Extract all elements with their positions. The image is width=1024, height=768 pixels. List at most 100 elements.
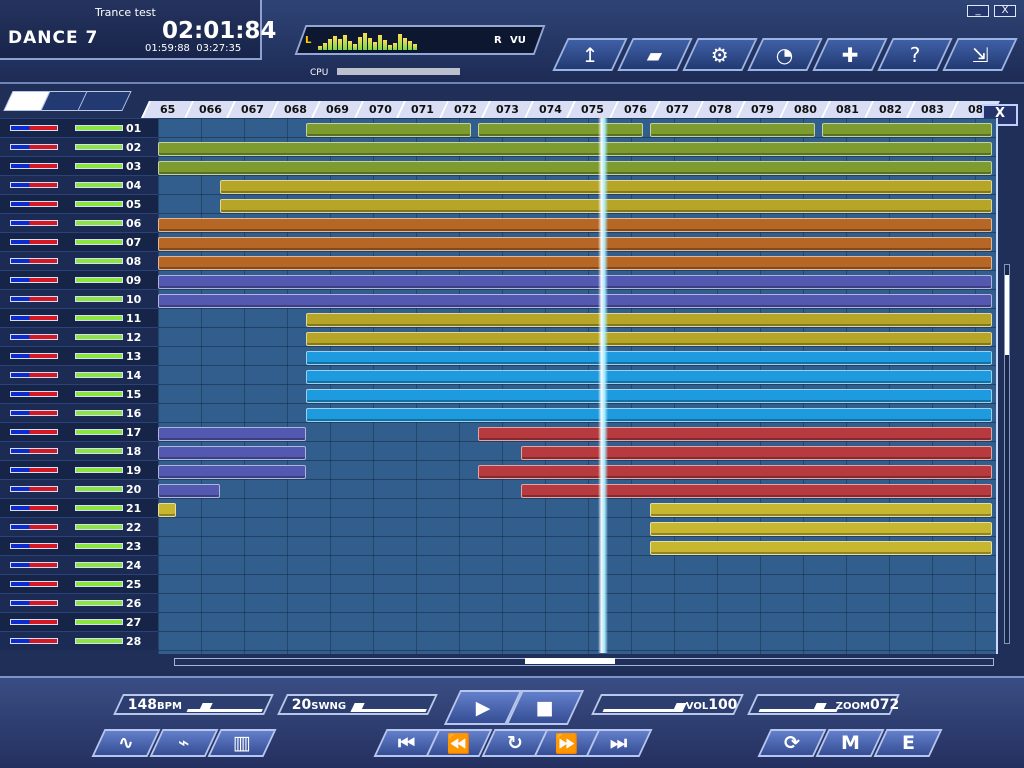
pan-slider[interactable] — [10, 638, 58, 644]
pan-slider[interactable] — [10, 353, 58, 359]
minimize-window-icon[interactable]: ⇲ — [942, 38, 1018, 71]
pan-slider[interactable] — [10, 581, 58, 587]
track-row[interactable]: 18 — [0, 441, 158, 460]
horizontal-scrollbar[interactable] — [174, 658, 994, 666]
pattern-clip[interactable] — [650, 123, 815, 137]
pattern-clip[interactable] — [650, 503, 992, 517]
pattern-clip[interactable] — [306, 408, 992, 422]
pattern-clip[interactable] — [306, 123, 471, 137]
vertical-scroll-thumb[interactable] — [1005, 275, 1009, 355]
pattern-clip[interactable] — [158, 142, 992, 156]
volume-slider[interactable] — [75, 144, 123, 150]
track-row[interactable]: 21 — [0, 498, 158, 517]
vertical-scrollbar[interactable] — [1004, 264, 1010, 644]
track-row[interactable]: 04 — [0, 175, 158, 194]
volume-slider[interactable] — [75, 638, 123, 644]
pan-slider[interactable] — [10, 315, 58, 321]
volume-slider[interactable] — [75, 524, 123, 530]
pan-slider[interactable] — [10, 467, 58, 473]
volume-slider[interactable] — [75, 467, 123, 473]
pan-slider[interactable] — [10, 239, 58, 245]
pan-slider[interactable] — [10, 144, 58, 150]
volume-slider-thumb[interactable] — [672, 703, 687, 712]
close-button[interactable]: X — [994, 5, 1016, 17]
pattern-clip[interactable] — [306, 370, 992, 384]
track-row[interactable]: 19 — [0, 460, 158, 479]
pan-slider[interactable] — [10, 429, 58, 435]
pattern-clip[interactable] — [158, 503, 176, 517]
volume-slider[interactable] — [75, 277, 123, 283]
minimize-button[interactable]: _ — [967, 5, 989, 17]
pan-slider[interactable] — [10, 543, 58, 549]
pattern-clip[interactable] — [158, 294, 992, 308]
pan-slider[interactable] — [10, 391, 58, 397]
track-row[interactable]: 23 — [0, 536, 158, 555]
help-icon[interactable]: ? — [877, 38, 953, 71]
pattern-clip[interactable] — [158, 446, 306, 460]
pan-slider[interactable] — [10, 448, 58, 454]
pan-slider[interactable] — [10, 505, 58, 511]
volume-control[interactable]: VOL100 — [591, 694, 744, 715]
volume-slider[interactable] — [75, 334, 123, 340]
volume-slider[interactable] — [75, 315, 123, 321]
upload-icon[interactable]: ↥ — [552, 38, 628, 71]
pan-slider[interactable] — [10, 334, 58, 340]
volume-slider[interactable] — [75, 372, 123, 378]
puzzle-icon[interactable]: ✚ — [812, 38, 888, 71]
pattern-clip[interactable] — [158, 161, 992, 175]
speaker-icon[interactable]: ◔ — [747, 38, 823, 71]
zoom-control[interactable]: ZOOM072 — [747, 694, 900, 715]
pattern-clip[interactable] — [478, 427, 992, 441]
pan-slider[interactable] — [10, 372, 58, 378]
envelope-mode-tab[interactable] — [77, 91, 132, 111]
volume-slider[interactable] — [75, 543, 123, 549]
volume-slider[interactable] — [75, 486, 123, 492]
track-row[interactable]: 11 — [0, 308, 158, 327]
track-row[interactable]: 26 — [0, 593, 158, 612]
pan-slider[interactable] — [10, 562, 58, 568]
pattern-clip[interactable] — [822, 123, 992, 137]
volume-slider[interactable] — [75, 581, 123, 587]
swing-control[interactable]: 20SWNG — [277, 694, 438, 715]
pattern-clip[interactable] — [306, 332, 992, 346]
track-row[interactable]: 02 — [0, 137, 158, 156]
track-row[interactable]: 25 — [0, 574, 158, 593]
swing-slider-track[interactable] — [350, 709, 427, 712]
pattern-clip[interactable] — [158, 484, 220, 498]
track-row[interactable]: 28 — [0, 631, 158, 650]
pattern-clip[interactable] — [650, 522, 992, 536]
pattern-clip[interactable] — [158, 427, 306, 441]
pan-slider[interactable] — [10, 182, 58, 188]
pattern-clip[interactable] — [478, 123, 643, 137]
track-row[interactable]: 10 — [0, 289, 158, 308]
track-row[interactable]: 15 — [0, 384, 158, 403]
track-row[interactable]: 14 — [0, 365, 158, 384]
track-row[interactable]: 01 — [0, 118, 158, 137]
volume-slider[interactable] — [75, 429, 123, 435]
pan-slider[interactable] — [10, 277, 58, 283]
track-row[interactable]: 13 — [0, 346, 158, 365]
track-row[interactable]: 22 — [0, 517, 158, 536]
track-row[interactable]: 06 — [0, 213, 158, 232]
volume-slider[interactable] — [75, 125, 123, 131]
track-row[interactable]: 07 — [0, 232, 158, 251]
pattern-clip[interactable] — [158, 237, 992, 251]
pan-slider[interactable] — [10, 258, 58, 264]
pattern-clip[interactable] — [306, 389, 992, 403]
track-row[interactable]: 27 — [0, 612, 158, 631]
track-row[interactable]: 20 — [0, 479, 158, 498]
volume-slider[interactable] — [75, 619, 123, 625]
pattern-clip[interactable] — [158, 218, 992, 232]
volume-slider[interactable] — [75, 163, 123, 169]
pattern-clip[interactable] — [521, 446, 992, 460]
bpm-control[interactable]: 148BPM — [113, 694, 274, 715]
pan-slider[interactable] — [10, 220, 58, 226]
folder-icon[interactable]: ▰ — [617, 38, 693, 71]
volume-slider[interactable] — [75, 220, 123, 226]
pattern-grid[interactable] — [158, 118, 998, 654]
volume-slider-track[interactable] — [602, 709, 682, 712]
track-row[interactable]: 16 — [0, 403, 158, 422]
pattern-clip[interactable] — [478, 465, 992, 479]
track-row[interactable]: 05 — [0, 194, 158, 213]
pattern-clip[interactable] — [306, 351, 992, 365]
